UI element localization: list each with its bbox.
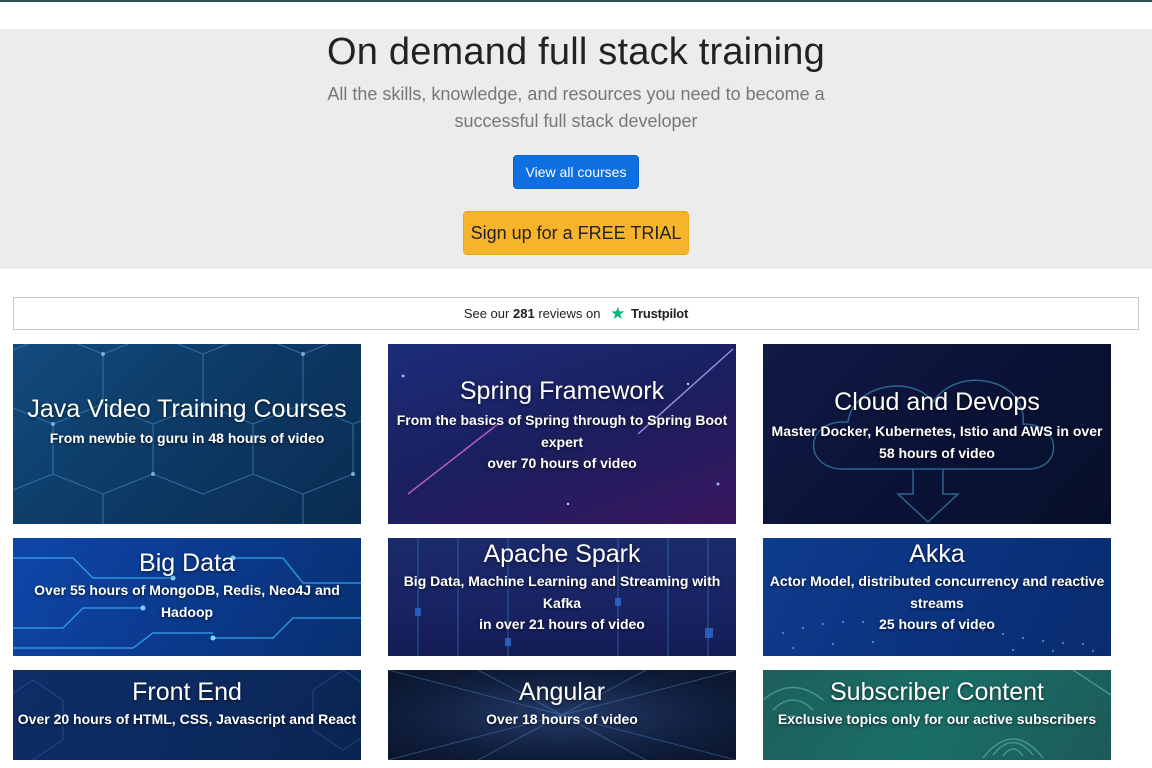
course-description: Over 55 hours of MongoDB, Redis, Neo4J a…	[34, 582, 340, 620]
trustpilot-review-count: 281	[512, 306, 535, 321]
trustpilot-star-icon: ★	[610, 304, 626, 323]
course-description: Big Data, Machine Learning and Streaming…	[403, 573, 721, 632]
course-card-cloud-devops[interactable]: Cloud and Devops Master Docker, Kubernet…	[763, 344, 1111, 524]
course-description: Exclusive topics only for our active sub…	[777, 711, 1097, 727]
course-card-angular[interactable]: Angular Over 18 hours of video	[388, 670, 736, 760]
hero-subtitle: All the skills, knowledge, and resources…	[327, 84, 825, 131]
course-title: Java Video Training Courses	[27, 395, 347, 423]
free-trial-button[interactable]: Sign up for a FREE TRIAL	[463, 211, 689, 255]
course-card-subscriber-content[interactable]: Subscriber Content Exclusive topics only…	[763, 670, 1111, 760]
course-description: Actor Model, distributed concurrency and…	[769, 573, 1105, 632]
course-description: Over 20 hours of HTML, CSS, Javascript a…	[17, 711, 357, 727]
top-strip	[0, 2, 1152, 29]
course-title: Apache Spark	[483, 540, 641, 568]
course-card-akka[interactable]: Akka Actor Model, distributed concurrenc…	[763, 538, 1111, 656]
course-title: Angular	[518, 678, 606, 706]
course-description: Over 18 hours of video	[486, 711, 638, 727]
course-card-java[interactable]: Java Video Training Courses From newbie …	[13, 344, 361, 524]
course-title: Big Data	[139, 549, 235, 577]
course-card-spring[interactable]: Spring Framework From the basics of Spri…	[388, 344, 736, 524]
trustpilot-suffix: reviews on	[538, 306, 601, 321]
course-title: Subscriber Content	[829, 678, 1044, 706]
course-description: From the basics of Spring through to Spr…	[396, 412, 728, 471]
trustpilot-banner[interactable]: See our 281 reviews on ★ Trustpilot	[13, 297, 1139, 330]
trustpilot-prefix: See our	[463, 306, 510, 321]
course-title: Front End	[132, 678, 242, 706]
page-title: On demand full stack training	[327, 31, 825, 73]
course-description: From newbie to guru in 48 hours of video	[49, 430, 325, 446]
course-card-front-end[interactable]: Front End Over 20 hours of HTML, CSS, Ja…	[13, 670, 361, 760]
course-description: Master Docker, Kubernetes, Istio and AWS…	[771, 423, 1103, 461]
course-card-apache-spark[interactable]: Apache Spark Big Data, Machine Learning …	[388, 538, 736, 656]
course-title: Spring Framework	[459, 377, 665, 405]
course-card-big-data[interactable]: Big Data Over 55 hours of MongoDB, Redis…	[13, 538, 361, 656]
view-all-courses-button[interactable]: View all courses	[513, 155, 639, 189]
hero-section: On demand full stack training All the sk…	[0, 29, 1152, 269]
course-title: Akka	[909, 540, 965, 568]
trustpilot-brand: Trustpilot	[630, 306, 689, 321]
course-title: Cloud and Devops	[834, 388, 1040, 416]
